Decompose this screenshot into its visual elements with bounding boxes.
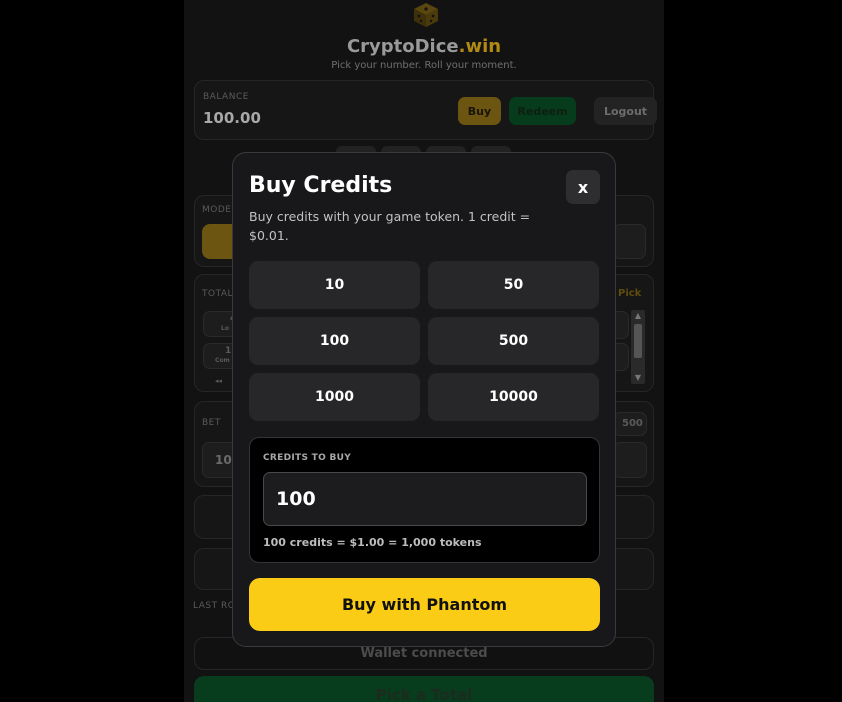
balance-value: 100.00 — [203, 109, 261, 127]
scroll-down-icon[interactable]: ▼ — [631, 372, 645, 384]
amount-button-50[interactable]: 50 — [428, 261, 599, 309]
bet-input-right[interactable] — [613, 442, 647, 478]
total-scrollbar[interactable]: ▲ ▼ — [631, 310, 645, 384]
bet-max-button[interactable]: 500 — [613, 412, 647, 436]
balance-card: BALANCE 100.00 Buy Redeem Logout — [194, 80, 657, 140]
tagline: Pick your number. Roll your moment. — [331, 60, 517, 71]
bet-label: BET — [202, 418, 221, 428]
scroll-thumb[interactable] — [634, 324, 642, 358]
credits-label: CREDITS TO BUY — [263, 453, 352, 463]
redeem-button[interactable]: Redeem — [509, 97, 576, 125]
amount-button-10[interactable]: 10 — [249, 261, 420, 309]
brand-title: CryptoDice.win — [346, 36, 502, 57]
close-button[interactable]: x — [566, 170, 600, 204]
amount-button-500[interactable]: 500 — [428, 317, 599, 365]
total-label: TOTAL — [202, 289, 234, 299]
credits-input[interactable] — [263, 472, 587, 526]
modal-title: Buy Credits — [249, 173, 393, 198]
total-item: ◂◂ — [215, 377, 223, 385]
mode-label: MODE — [202, 205, 232, 215]
dice-logo-icon — [414, 3, 438, 27]
logout-button[interactable]: Logout — [594, 97, 657, 125]
modal-description: Buy credits with your game token. 1 cred… — [249, 209, 531, 243]
buy-credits-modal: Buy Credits x Buy credits with your game… — [232, 152, 616, 647]
amount-button-1000[interactable]: 1000 — [249, 373, 420, 421]
pick-total-button[interactable]: Pick a Total — [194, 676, 654, 702]
credits-conversion: 100 credits = $1.00 = 1,000 tokens — [263, 536, 482, 549]
amount-button-100[interactable]: 100 — [249, 317, 420, 365]
scroll-up-icon[interactable]: ▲ — [631, 310, 645, 322]
balance-label: BALANCE — [203, 92, 249, 102]
credits-to-buy-panel: CREDITS TO BUY 100 credits = $1.00 = 1,0… — [249, 437, 600, 563]
pick-label: Pick — [618, 288, 642, 299]
amount-button-10000[interactable]: 10000 — [428, 373, 599, 421]
buy-with-phantom-button[interactable]: Buy with Phantom — [249, 578, 600, 631]
last-rolls-label: LAST RO — [193, 601, 236, 611]
buy-button[interactable]: Buy — [458, 97, 501, 125]
mode-button-alt[interactable] — [613, 224, 646, 259]
